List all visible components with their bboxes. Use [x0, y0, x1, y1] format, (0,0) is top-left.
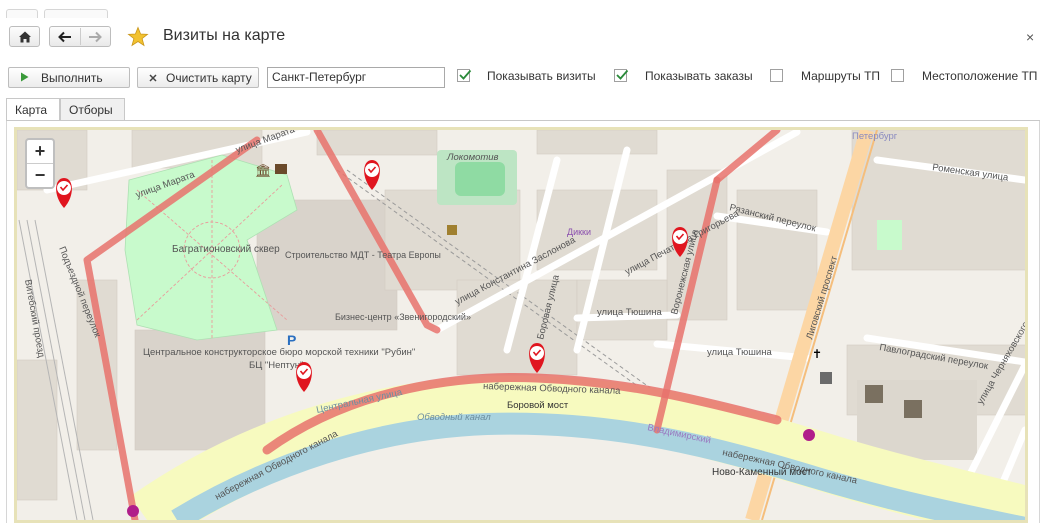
zoom-out-button[interactable]: −	[27, 164, 53, 187]
home-icon	[18, 31, 31, 42]
top-tab-strip	[0, 0, 1045, 18]
pharmacy-icon	[803, 429, 815, 441]
play-icon	[17, 71, 31, 85]
water-label: Обводный канал	[417, 412, 491, 423]
forward-button[interactable]	[81, 31, 111, 43]
show-orders-checkbox[interactable]	[614, 69, 629, 82]
visit-marker[interactable]	[296, 362, 312, 392]
monument-icon	[820, 372, 832, 384]
location-label: Местоположение ТП	[922, 69, 1038, 83]
bridge-label: Боровой мост	[507, 400, 569, 411]
building-label: Строительство МДТ - Театра Европы	[285, 250, 441, 260]
cross-icon	[146, 71, 160, 85]
church-icon: ✝	[812, 347, 822, 361]
theatre-icon	[447, 225, 457, 235]
back-button[interactable]	[50, 31, 80, 43]
show-orders-label: Показывать заказы	[645, 69, 753, 83]
station-label: Петербург	[852, 131, 898, 142]
arrow-left-icon	[57, 31, 71, 42]
street-label: улица Тюшина	[707, 347, 772, 358]
show-visits-checkbox[interactable]	[457, 69, 472, 82]
street-label: улица Тюшина	[597, 307, 662, 318]
city-input[interactable]: Санкт-Петербург	[267, 67, 445, 88]
park-label: Локомотив	[446, 152, 499, 163]
street-label: Витебский проезд	[22, 279, 47, 359]
star-icon[interactable]	[127, 26, 149, 48]
checkmark-icon	[459, 69, 472, 80]
close-button[interactable]: ×	[1026, 29, 1034, 45]
location-checkbox[interactable]	[891, 69, 904, 82]
tab-filters[interactable]: Отборы	[60, 98, 125, 120]
run-button-label: Выполнить	[41, 70, 103, 85]
bridge-label: Ново-Каменный мост	[712, 467, 812, 478]
map-view[interactable]: улица Марата улица Марата Подъездной пер…	[14, 127, 1028, 523]
shop-label: Дикки	[567, 227, 591, 237]
visit-marker[interactable]	[364, 160, 380, 190]
zoom-in-button[interactable]: +	[27, 140, 53, 164]
zoom-control: + −	[25, 138, 55, 189]
checkmark-icon	[616, 69, 629, 80]
clear-map-button-label: Очистить карту	[166, 70, 252, 85]
show-visits-label: Показывать визиты	[487, 69, 596, 83]
pharmacy-icon	[127, 505, 139, 517]
home-button[interactable]	[9, 26, 40, 47]
map-canvas[interactable]: улица Марата улица Марата Подъездной пер…	[17, 130, 1025, 520]
clear-map-button[interactable]: Очистить карту	[137, 67, 259, 88]
museum-icon: 🏛	[255, 163, 272, 178]
tab-map[interactable]: Карта	[6, 98, 60, 121]
park-label: Багратионовский сквер	[172, 244, 280, 255]
building-label: Центральное конструкторское бюро морской…	[143, 347, 415, 358]
arrow-right-icon	[89, 31, 103, 42]
cinema-icon	[275, 164, 287, 174]
building-label: БЦ "Нептун"	[249, 360, 303, 371]
history-nav	[49, 26, 111, 47]
run-button[interactable]: Выполнить	[8, 67, 130, 88]
routes-label: Маршруты ТП	[801, 69, 881, 83]
parking-icon: P	[287, 332, 296, 348]
cathedral-icon	[904, 400, 922, 418]
ghost-tab	[44, 9, 108, 18]
routes-checkbox[interactable]	[770, 69, 783, 82]
page-title: Визиты на карте	[163, 27, 286, 44]
visit-marker[interactable]	[56, 178, 72, 208]
ghost-tab	[6, 9, 38, 18]
building-label: Бизнес-центр «Звенигородский»	[335, 312, 471, 322]
cathedral-icon	[865, 385, 883, 403]
